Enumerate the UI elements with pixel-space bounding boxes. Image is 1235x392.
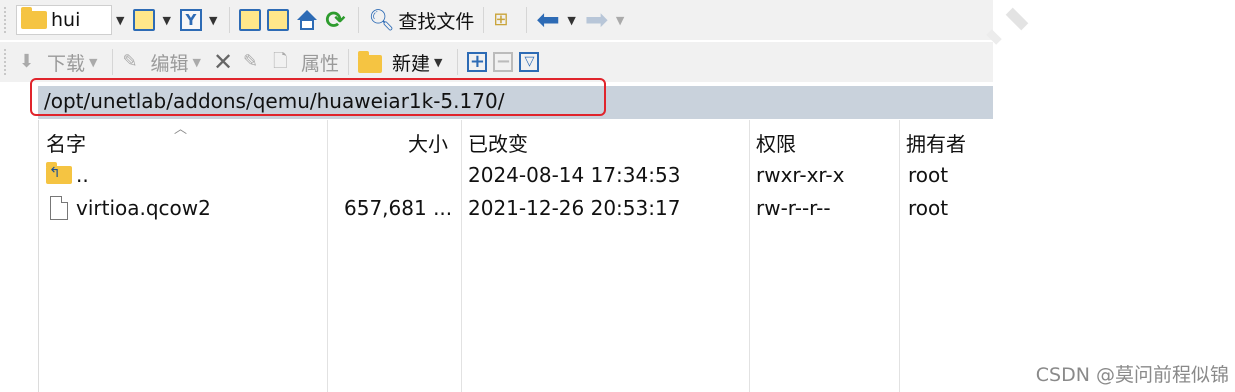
invert-selection-button[interactable]: ▽ (516, 47, 542, 77)
drive-label: huі (51, 9, 81, 31)
properties-button[interactable]: 🗋 属性 (270, 47, 342, 77)
tree-toggle-button[interactable]: ⊞ (490, 5, 520, 35)
file-owner: root (908, 163, 949, 187)
rename-button[interactable]: ✎ (240, 47, 270, 77)
refresh-button[interactable]: ⟳ (322, 5, 352, 35)
toolbar-separator (112, 49, 114, 75)
chevron-down-icon[interactable]: ▼ (193, 56, 201, 69)
delete-button[interactable]: ✕ (210, 47, 240, 77)
toolbar-grip[interactable] (4, 7, 10, 33)
filter-icon: Y (179, 9, 202, 31)
edit-button[interactable]: ✎ 编辑 ▼ (119, 47, 209, 77)
file-pane: huі ▼ ▼ Y ▼ ⟳ 🔍︎ 查找文件 ⊞ ⬅ ▼ ➡ ▼ ⬇ 下载 ▼ ✎… (0, 0, 993, 392)
plus-icon: + (467, 52, 488, 72)
file-row[interactable]: virtioa.qcow2 657,681 ... 2021-12-26 20:… (38, 193, 993, 226)
chevron-down-icon[interactable]: ▼ (567, 14, 575, 27)
download-icon: ⬇ (19, 51, 35, 72)
filter-button[interactable]: Y (177, 5, 205, 35)
file-owner: root (908, 196, 949, 220)
properties-icon: 🗋 (272, 51, 288, 72)
chevron-down-icon[interactable]: ▼ (434, 56, 442, 69)
file-size: 657,681 ... (344, 196, 453, 220)
folder-icon (21, 7, 47, 29)
find-files-label: 查找文件 (398, 10, 475, 33)
decorative-mark (1005, 7, 1029, 31)
parent-folder-icon (46, 162, 72, 184)
toolbar-separator (457, 49, 459, 75)
file-actions-toolbar: ⬇ 下载 ▼ ✎ 编辑 ▼ ✕ ✎ 🗋 属性 新建 ▼ + − ▽ (0, 42, 993, 82)
minus-icon: − (493, 52, 514, 72)
sort-ascending-icon: ︿ (174, 122, 188, 137)
find-files-button[interactable]: 🔍︎ 查找文件 (365, 5, 477, 35)
back-arrow-icon: ⬅ (536, 3, 560, 36)
file-list-header: 名字 ︿ 大小 已改变 权限 拥有者 (38, 120, 993, 158)
select-all-button[interactable]: + (464, 47, 490, 77)
toolbar-separator (483, 7, 485, 33)
toolbar-separator (347, 49, 349, 75)
toolbar-separator (229, 7, 231, 33)
search-icon: 🔍︎ (368, 8, 396, 32)
download-label: 下载 (47, 52, 86, 75)
chevron-down-icon[interactable]: ▼ (616, 14, 624, 27)
forward-arrow-icon: ➡ (584, 3, 609, 36)
open-folder-icon (133, 9, 156, 31)
new-label: 新建 (391, 52, 430, 75)
chevron-down-icon[interactable]: ▼ (116, 14, 124, 27)
file-name: virtioa.qcow2 (76, 196, 211, 220)
edit-icon: ✎ (122, 51, 138, 72)
column-header-modified[interactable]: 已改变 (468, 128, 528, 157)
file-icon (50, 196, 68, 220)
chevron-down-icon[interactable]: ▼ (209, 14, 217, 27)
parent-directory-icon (239, 9, 262, 31)
open-folder-button[interactable] (130, 5, 158, 35)
back-button[interactable]: ⬅ (533, 5, 563, 35)
drive-selector[interactable]: huі (16, 5, 112, 35)
invert-selection-icon: ▽ (519, 52, 540, 72)
file-modified: 2021-12-26 20:53:17 (468, 196, 681, 220)
new-folder-icon (357, 51, 382, 73)
refresh-icon: ⟳ (325, 6, 346, 34)
path-highlight-annotation (30, 78, 606, 116)
column-header-owner[interactable]: 拥有者 (906, 128, 966, 157)
file-row-parent[interactable]: .. 2024-08-14 17:34:53 rwxr-xr-x root (38, 160, 993, 193)
toolbar-separator (358, 7, 360, 33)
file-permissions: rw-r--r-- (756, 196, 831, 220)
column-header-permissions[interactable]: 权限 (756, 128, 796, 157)
deselect-button[interactable]: − (490, 47, 516, 77)
tree-icon: ⊞ (493, 9, 509, 30)
chevron-down-icon[interactable]: ▼ (162, 14, 170, 27)
root-directory-button[interactable] (264, 5, 292, 35)
column-header-size[interactable]: 大小 (408, 128, 448, 157)
toolbar-separator (526, 7, 528, 33)
home-icon (295, 8, 319, 32)
delete-icon: ✕ (212, 48, 234, 76)
file-modified: 2024-08-14 17:34:53 (468, 163, 681, 187)
download-button[interactable]: ⬇ 下载 ▼ (16, 47, 106, 77)
edit-label: 编辑 (150, 52, 189, 75)
home-button[interactable] (292, 5, 322, 35)
rename-icon: ✎ (242, 51, 259, 72)
file-permissions: rwxr-xr-x (756, 163, 845, 187)
forward-button[interactable]: ➡ (582, 5, 612, 35)
watermark: CSDN @莫问前程似锦 (1035, 364, 1229, 386)
new-button[interactable]: 新建 ▼ (355, 47, 451, 77)
root-directory-icon (267, 9, 290, 31)
navigation-toolbar: huі ▼ ▼ Y ▼ ⟳ 🔍︎ 查找文件 ⊞ ⬅ ▼ ➡ ▼ (0, 0, 993, 40)
chevron-down-icon[interactable]: ▼ (89, 56, 97, 69)
properties-label: 属性 (300, 52, 339, 75)
parent-directory-button[interactable] (236, 5, 264, 35)
file-name: .. (76, 163, 89, 187)
toolbar-grip[interactable] (4, 49, 10, 75)
column-header-name[interactable]: 名字 (46, 128, 86, 157)
